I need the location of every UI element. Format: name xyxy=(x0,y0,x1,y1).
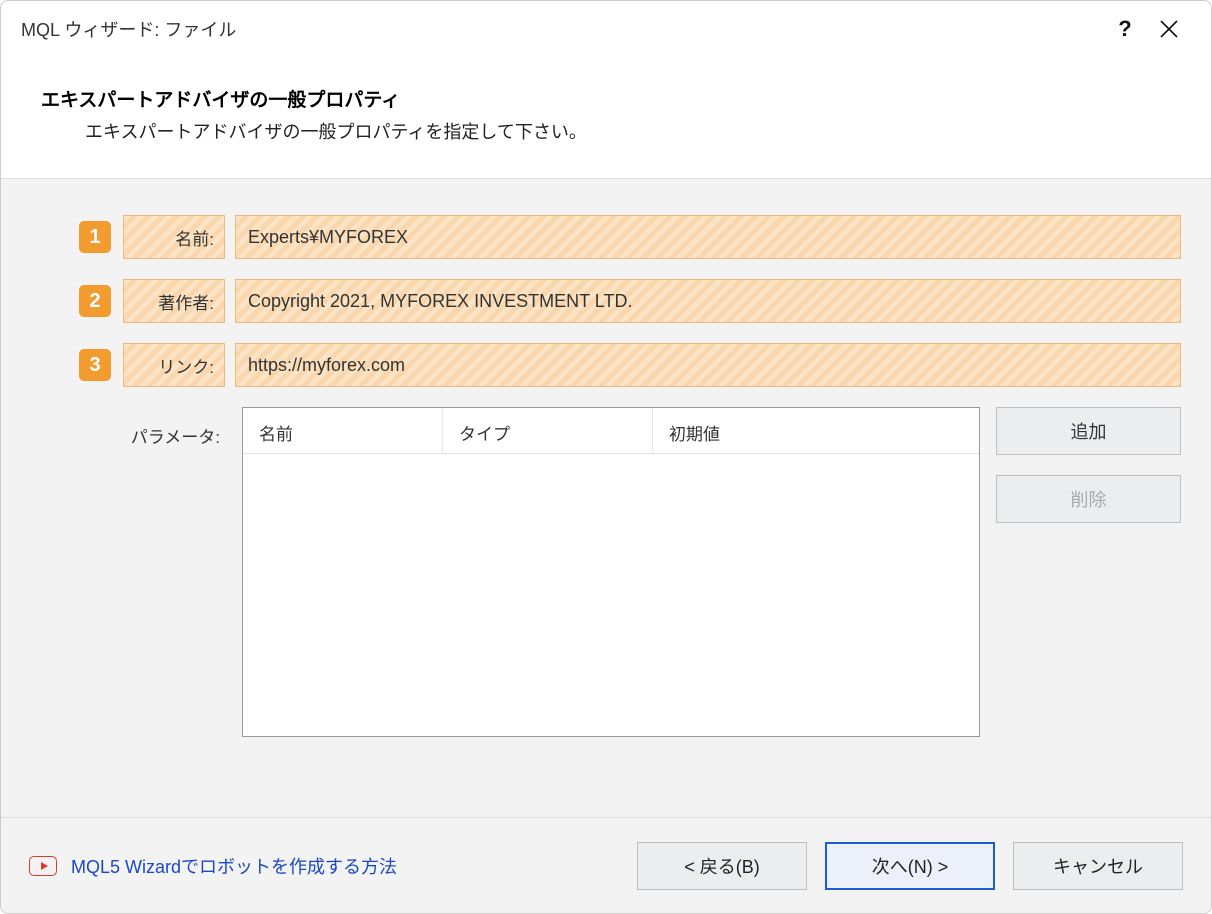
label-author: 著作者: xyxy=(123,279,225,323)
youtube-icon xyxy=(29,856,57,876)
add-button[interactable]: 追加 xyxy=(996,407,1181,455)
close-button[interactable] xyxy=(1147,19,1191,39)
cancel-button[interactable]: キャンセル xyxy=(1013,842,1183,890)
wizard-dialog: MQL ウィザード: ファイル ? エキスパートアドバイザの一般プロパティ エキ… xyxy=(0,0,1212,914)
row-link: 3 リンク: https://myforex.com xyxy=(31,343,1181,387)
delete-button: 削除 xyxy=(996,475,1181,523)
footer: MQL5 Wizardでロボットを作成する方法 < 戻る(B) 次へ(N) > … xyxy=(1,817,1211,913)
badge-3: 3 xyxy=(79,349,111,381)
parameters-table-header: 名前 タイプ 初期値 xyxy=(243,408,979,454)
col-initial[interactable]: 初期値 xyxy=(653,408,979,453)
name-field[interactable]: Experts¥MYFOREX xyxy=(235,215,1181,259)
label-name: 名前: xyxy=(123,215,225,259)
link-field[interactable]: https://myforex.com xyxy=(235,343,1181,387)
row-author: 2 著作者: Copyright 2021, MYFOREX INVESTMEN… xyxy=(31,279,1181,323)
label-parameters: パラメータ: xyxy=(31,407,226,737)
col-name[interactable]: 名前 xyxy=(243,408,443,453)
header-block: エキスパートアドバイザの一般プロパティ エキスパートアドバイザの一般プロパティを… xyxy=(1,57,1211,179)
window-title: MQL ウィザード: ファイル xyxy=(21,16,1103,42)
author-field[interactable]: Copyright 2021, MYFOREX INVESTMENT LTD. xyxy=(235,279,1181,323)
row-parameters: パラメータ: 名前 タイプ 初期値 追加 削除 xyxy=(31,407,1181,737)
help-button[interactable]: ? xyxy=(1103,16,1147,42)
tutorial-link[interactable]: MQL5 Wizardでロボットを作成する方法 xyxy=(71,853,397,879)
badge-2: 2 xyxy=(79,285,111,317)
col-type[interactable]: タイプ xyxy=(443,408,653,453)
badge-1: 1 xyxy=(79,221,111,253)
parameters-side-buttons: 追加 削除 xyxy=(996,407,1181,737)
footer-link-wrap: MQL5 Wizardでロボットを作成する方法 xyxy=(29,853,619,879)
form-area: 1 名前: Experts¥MYFOREX 2 著作者: Copyright 2… xyxy=(1,179,1211,817)
next-button[interactable]: 次へ(N) > xyxy=(825,842,995,890)
titlebar: MQL ウィザード: ファイル ? xyxy=(1,1,1211,57)
row-name: 1 名前: Experts¥MYFOREX xyxy=(31,215,1181,259)
parameters-table[interactable]: 名前 タイプ 初期値 xyxy=(242,407,980,737)
label-link: リンク: xyxy=(123,343,225,387)
back-button[interactable]: < 戻る(B) xyxy=(637,842,807,890)
header-heading: エキスパートアドバイザの一般プロパティ xyxy=(41,85,1171,112)
header-subtitle: エキスパートアドバイザの一般プロパティを指定して下さい。 xyxy=(41,118,1171,144)
close-icon xyxy=(1159,19,1179,39)
